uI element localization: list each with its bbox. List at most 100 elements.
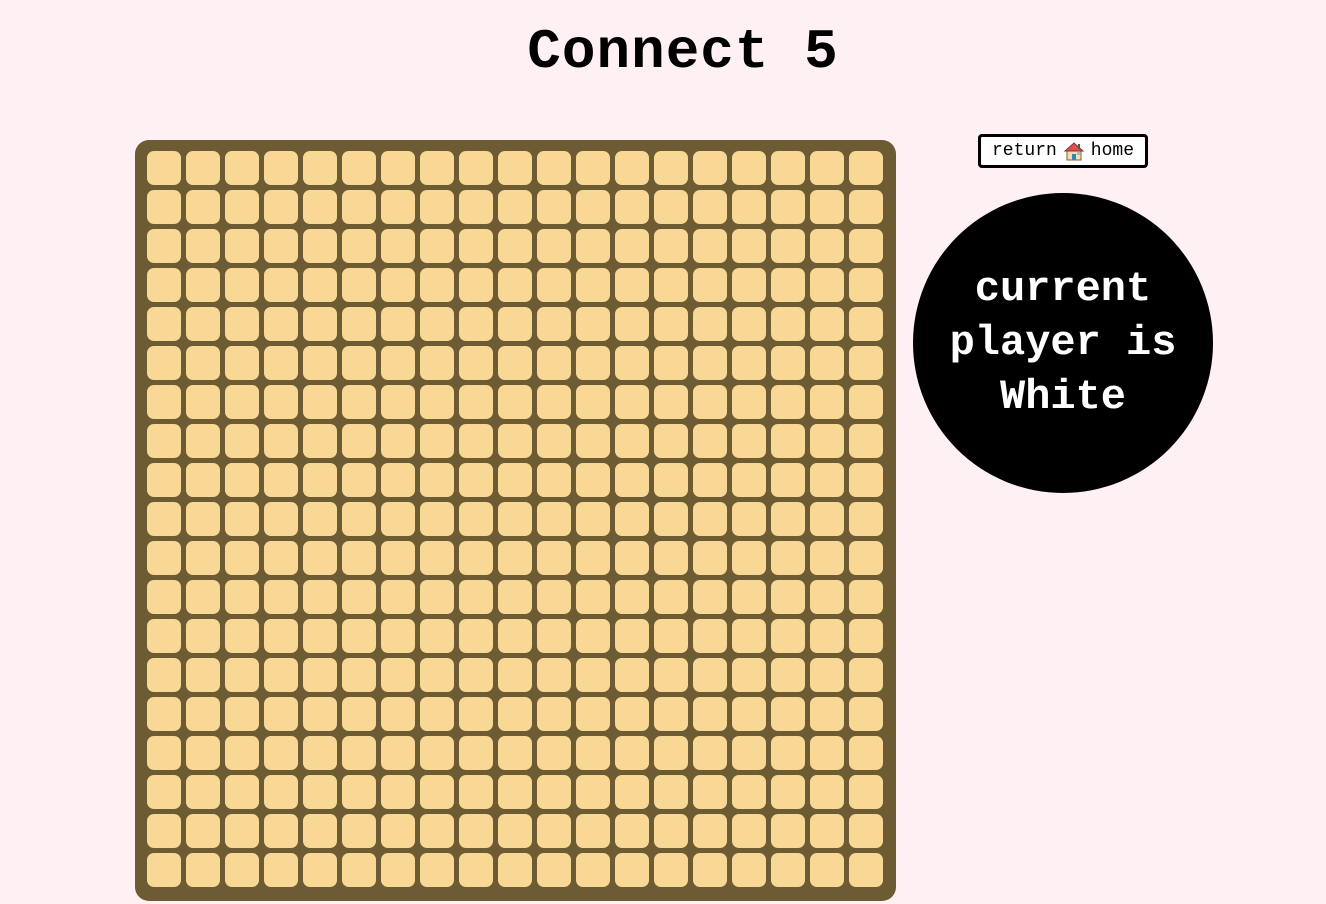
board-cell[interactable] bbox=[732, 697, 766, 731]
board-cell[interactable] bbox=[303, 151, 337, 185]
board-cell[interactable] bbox=[420, 190, 454, 224]
board-cell[interactable] bbox=[849, 229, 883, 263]
board-cell[interactable] bbox=[459, 346, 493, 380]
board-cell[interactable] bbox=[537, 307, 571, 341]
board-cell[interactable] bbox=[147, 151, 181, 185]
board-cell[interactable] bbox=[186, 580, 220, 614]
board-cell[interactable] bbox=[576, 502, 610, 536]
board-cell[interactable] bbox=[303, 346, 337, 380]
board-cell[interactable] bbox=[732, 268, 766, 302]
board-cell[interactable] bbox=[420, 463, 454, 497]
board-cell[interactable] bbox=[381, 346, 415, 380]
board-cell[interactable] bbox=[264, 619, 298, 653]
board-cell[interactable] bbox=[693, 775, 727, 809]
board-cell[interactable] bbox=[186, 658, 220, 692]
board-cell[interactable] bbox=[693, 697, 727, 731]
board-cell[interactable] bbox=[576, 190, 610, 224]
board-cell[interactable] bbox=[303, 229, 337, 263]
board-cell[interactable] bbox=[264, 853, 298, 887]
board-cell[interactable] bbox=[264, 580, 298, 614]
board-cell[interactable] bbox=[420, 385, 454, 419]
board-cell[interactable] bbox=[147, 502, 181, 536]
board-cell[interactable] bbox=[849, 151, 883, 185]
board-cell[interactable] bbox=[225, 736, 259, 770]
board-cell[interactable] bbox=[537, 424, 571, 458]
board-cell[interactable] bbox=[381, 385, 415, 419]
board-cell[interactable] bbox=[498, 541, 532, 575]
board-cell[interactable] bbox=[147, 619, 181, 653]
board-cell[interactable] bbox=[186, 502, 220, 536]
board-cell[interactable] bbox=[264, 190, 298, 224]
board-cell[interactable] bbox=[576, 307, 610, 341]
board-cell[interactable] bbox=[342, 229, 376, 263]
board-cell[interactable] bbox=[576, 853, 610, 887]
board-cell[interactable] bbox=[342, 736, 376, 770]
board-cell[interactable] bbox=[771, 541, 805, 575]
board-cell[interactable] bbox=[654, 346, 688, 380]
board-cell[interactable] bbox=[342, 307, 376, 341]
board-cell[interactable] bbox=[693, 424, 727, 458]
board-cell[interactable] bbox=[381, 658, 415, 692]
board-cell[interactable] bbox=[849, 346, 883, 380]
board-cell[interactable] bbox=[810, 190, 844, 224]
board-cell[interactable] bbox=[420, 658, 454, 692]
board-cell[interactable] bbox=[303, 190, 337, 224]
board-cell[interactable] bbox=[381, 229, 415, 263]
board-cell[interactable] bbox=[186, 775, 220, 809]
board-cell[interactable] bbox=[264, 229, 298, 263]
board-cell[interactable] bbox=[771, 736, 805, 770]
board-cell[interactable] bbox=[615, 190, 649, 224]
board-cell[interactable] bbox=[459, 658, 493, 692]
board-cell[interactable] bbox=[147, 697, 181, 731]
board-cell[interactable] bbox=[732, 541, 766, 575]
board-cell[interactable] bbox=[264, 541, 298, 575]
board-cell[interactable] bbox=[186, 229, 220, 263]
board-cell[interactable] bbox=[147, 736, 181, 770]
board-cell[interactable] bbox=[459, 307, 493, 341]
board-cell[interactable] bbox=[459, 385, 493, 419]
board-cell[interactable] bbox=[693, 190, 727, 224]
board-cell[interactable] bbox=[576, 814, 610, 848]
board-cell[interactable] bbox=[849, 619, 883, 653]
board-cell[interactable] bbox=[654, 190, 688, 224]
board-cell[interactable] bbox=[342, 775, 376, 809]
board-cell[interactable] bbox=[225, 658, 259, 692]
board-cell[interactable] bbox=[693, 385, 727, 419]
board-cell[interactable] bbox=[498, 190, 532, 224]
board-cell[interactable] bbox=[381, 775, 415, 809]
board-cell[interactable] bbox=[654, 463, 688, 497]
board-cell[interactable] bbox=[732, 424, 766, 458]
board-cell[interactable] bbox=[576, 580, 610, 614]
board-cell[interactable] bbox=[498, 346, 532, 380]
board-cell[interactable] bbox=[225, 463, 259, 497]
board-cell[interactable] bbox=[225, 229, 259, 263]
board-cell[interactable] bbox=[303, 424, 337, 458]
board-cell[interactable] bbox=[420, 346, 454, 380]
board-cell[interactable] bbox=[693, 229, 727, 263]
board-cell[interactable] bbox=[459, 229, 493, 263]
board-cell[interactable] bbox=[732, 385, 766, 419]
board-cell[interactable] bbox=[654, 697, 688, 731]
board-cell[interactable] bbox=[693, 307, 727, 341]
board-cell[interactable] bbox=[576, 619, 610, 653]
board-cell[interactable] bbox=[810, 697, 844, 731]
board-cell[interactable] bbox=[654, 424, 688, 458]
board-cell[interactable] bbox=[693, 463, 727, 497]
board-cell[interactable] bbox=[147, 268, 181, 302]
board-cell[interactable] bbox=[537, 541, 571, 575]
board-cell[interactable] bbox=[186, 385, 220, 419]
board-cell[interactable] bbox=[420, 151, 454, 185]
return-home-button[interactable]: return home bbox=[978, 134, 1148, 168]
board-cell[interactable] bbox=[615, 658, 649, 692]
board-cell[interactable] bbox=[810, 385, 844, 419]
board-cell[interactable] bbox=[849, 502, 883, 536]
board-cell[interactable] bbox=[810, 853, 844, 887]
board-cell[interactable] bbox=[264, 463, 298, 497]
board-cell[interactable] bbox=[771, 307, 805, 341]
board-cell[interactable] bbox=[615, 580, 649, 614]
board-cell[interactable] bbox=[147, 580, 181, 614]
board-cell[interactable] bbox=[693, 619, 727, 653]
board-cell[interactable] bbox=[849, 463, 883, 497]
board-cell[interactable] bbox=[537, 229, 571, 263]
board-cell[interactable] bbox=[459, 268, 493, 302]
